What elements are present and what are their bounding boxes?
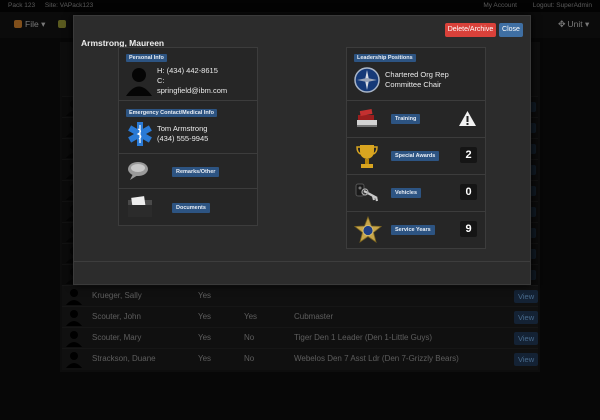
leadership-line1: Chartered Org Rep [385, 70, 449, 79]
vehicles-card: Vehicles 0 [346, 174, 486, 212]
star-badge-icon [354, 216, 382, 243]
trophy-icon [356, 145, 378, 168]
email-value: springfield@ibm.com [157, 86, 228, 95]
speech-bubble-icon [128, 162, 148, 180]
service-years-tag[interactable]: Service Years [391, 225, 435, 235]
documents-tag[interactable]: Documents [172, 203, 210, 213]
service-years-card: Service Years 9 [346, 211, 486, 249]
documents-card: Documents [118, 188, 258, 226]
training-tag[interactable]: Training [391, 114, 421, 124]
star-of-life-icon [128, 122, 152, 146]
remarks-tag[interactable]: Remarks/Other [172, 167, 220, 177]
service-years-count: 9 [460, 221, 477, 237]
personal-info-card: Personal Info H: (434) 442-8615 C: sprin… [118, 47, 258, 101]
leadership-line2: Committee Chair [385, 80, 442, 89]
emergency-contact-tag[interactable]: Emergency Contact/Medical Info [126, 109, 217, 117]
person-silhouette-icon [126, 68, 152, 96]
vehicles-tag[interactable]: Vehicles [391, 188, 422, 198]
compass-icon [354, 67, 380, 93]
emergency-contact-name: Tom Armstrong [157, 124, 208, 133]
emergency-contact-card: Emergency Contact/Medical Info Tom Armst… [118, 100, 258, 154]
leadership-card: Leadership Positions Chartered Org Rep C… [346, 47, 486, 101]
training-card: Training [346, 100, 486, 138]
remarks-card: Remarks/Other [118, 153, 258, 189]
books-icon [357, 108, 377, 127]
folder-icon [128, 196, 152, 217]
cell-phone: C: [157, 76, 165, 85]
modal-footer-divider [74, 261, 530, 262]
special-awards-card: Special Awards 2 [346, 137, 486, 175]
home-phone: H: (434) 442-8615 [157, 66, 218, 75]
delete-archive-button[interactable]: Delete/Archive [445, 23, 496, 37]
personal-info-tag[interactable]: Personal Info [126, 54, 167, 62]
special-awards-count: 2 [460, 147, 477, 163]
vehicles-count: 0 [460, 184, 477, 200]
special-awards-tag[interactable]: Special Awards [391, 151, 440, 161]
leadership-tag[interactable]: Leadership Positions [354, 54, 416, 62]
member-detail-modal: Delete/Archive Close Armstrong, Maureen … [73, 15, 531, 285]
emergency-contact-phone: (434) 555-9945 [157, 134, 209, 143]
car-keys-icon [355, 183, 379, 202]
warning-icon [459, 111, 476, 126]
close-button[interactable]: Close [499, 23, 523, 37]
